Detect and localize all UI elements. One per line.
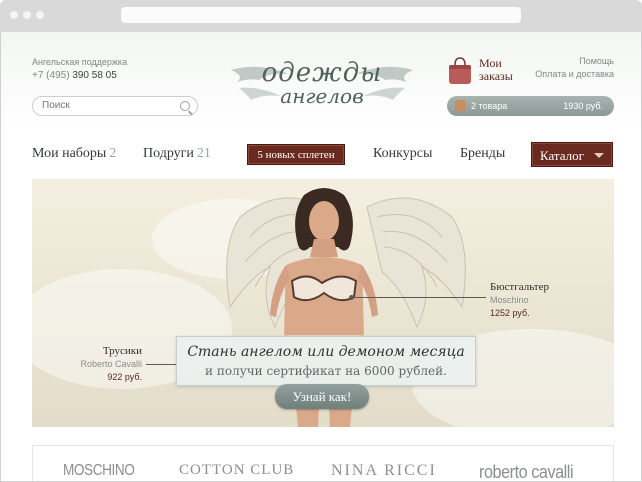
browser-chrome bbox=[0, 0, 642, 32]
nav-friends-label: Подруги bbox=[143, 146, 194, 161]
promo-headline: Стань ангелом или демоном месяца bbox=[187, 344, 465, 360]
nav-brands[interactable]: Бренды bbox=[460, 146, 505, 162]
main-nav: Мои наборы 2 Подруги 21 5 новых сплетен Ко… bbox=[1, 132, 641, 178]
catalog-label: Каталог bbox=[540, 148, 584, 163]
window-dot-icon[interactable] bbox=[23, 11, 31, 19]
address-bar[interactable] bbox=[121, 7, 521, 23]
page-viewport: Ангельская поддержка +7 (495) 390 58 05 … bbox=[0, 32, 642, 482]
handbag-icon[interactable] bbox=[447, 55, 473, 85]
learn-how-button[interactable]: Узнай как! bbox=[275, 384, 369, 409]
phone-prefix: +7 (495) bbox=[32, 70, 70, 81]
bra-price: 1252 руб. bbox=[490, 308, 530, 318]
help-link[interactable]: Помощь bbox=[579, 56, 614, 66]
my-orders-link[interactable]: Мои заказы bbox=[479, 57, 529, 83]
panties-name[interactable]: Трусики bbox=[72, 345, 142, 357]
site-header: Ангельская поддержка +7 (495) 390 58 05 … bbox=[1, 32, 641, 132]
bra-brand: Moschino bbox=[490, 295, 529, 305]
nav-contests[interactable]: Конкурсы bbox=[373, 146, 432, 162]
bra-name[interactable]: Бюстгальтер bbox=[490, 281, 549, 293]
logo-text-line2: ангелов bbox=[280, 84, 364, 108]
brand-strip: MOSCHINO COTTON CLUB NINA RICCI roberto … bbox=[32, 445, 614, 481]
panties-brand: Roberto Cavalli bbox=[80, 359, 142, 369]
site-logo[interactable]: одежды ангелов bbox=[229, 52, 415, 112]
phone-number: 390 58 05 bbox=[72, 70, 117, 81]
panties-pointer-line bbox=[146, 364, 176, 365]
panties-price: 922 руб. bbox=[107, 372, 142, 382]
nav-my-sets[interactable]: Мои наборы 2 bbox=[32, 146, 116, 162]
brand-logo-nina-ricci[interactable]: NINA RICCI bbox=[331, 462, 437, 480]
cart-count: 2 товара bbox=[471, 101, 508, 111]
cart-summary[interactable]: 2 товара 1930 руб. bbox=[447, 96, 614, 116]
nav-my-sets-label: Мои наборы bbox=[32, 146, 107, 161]
brand-logo-roberto-cavalli[interactable]: roberto cavalli bbox=[479, 462, 574, 481]
cart-icon bbox=[455, 100, 466, 111]
nav-my-sets-count: 2 bbox=[109, 146, 117, 161]
search-box bbox=[32, 96, 198, 116]
catalog-button[interactable]: Каталог bbox=[531, 142, 613, 167]
new-gossip-button[interactable]: 5 новых сплетен bbox=[247, 144, 345, 165]
nav-friends[interactable]: Подруги 21 bbox=[143, 146, 211, 162]
cart-total: 1930 руб. bbox=[563, 101, 603, 111]
promo-banner[interactable]: Бюстгальтер Moschino 1252 руб. Трусики R… bbox=[32, 179, 614, 427]
bra-pointer-line bbox=[349, 295, 486, 300]
window-dot-icon[interactable] bbox=[36, 11, 44, 19]
window-dot-icon[interactable] bbox=[10, 11, 18, 19]
promo-subline: и получи сертификат на 6000 рублей. bbox=[205, 364, 447, 378]
chevron-down-icon bbox=[594, 153, 604, 158]
promo-box: Стань ангелом или демоном месяца и получ… bbox=[176, 336, 476, 386]
search-input[interactable] bbox=[42, 100, 172, 111]
support-label: Ангельская поддержка bbox=[32, 57, 128, 67]
brand-logo-cotton-club[interactable]: COTTON CLUB bbox=[179, 462, 294, 479]
search-icon[interactable] bbox=[180, 101, 190, 111]
nav-friends-count: 21 bbox=[196, 146, 211, 161]
support-phone[interactable]: +7 (495) 390 58 05 bbox=[32, 70, 117, 81]
payment-delivery-link[interactable]: Оплата и доставка bbox=[535, 69, 614, 79]
brand-logo-moschino[interactable]: MOSCHINO bbox=[63, 462, 135, 480]
